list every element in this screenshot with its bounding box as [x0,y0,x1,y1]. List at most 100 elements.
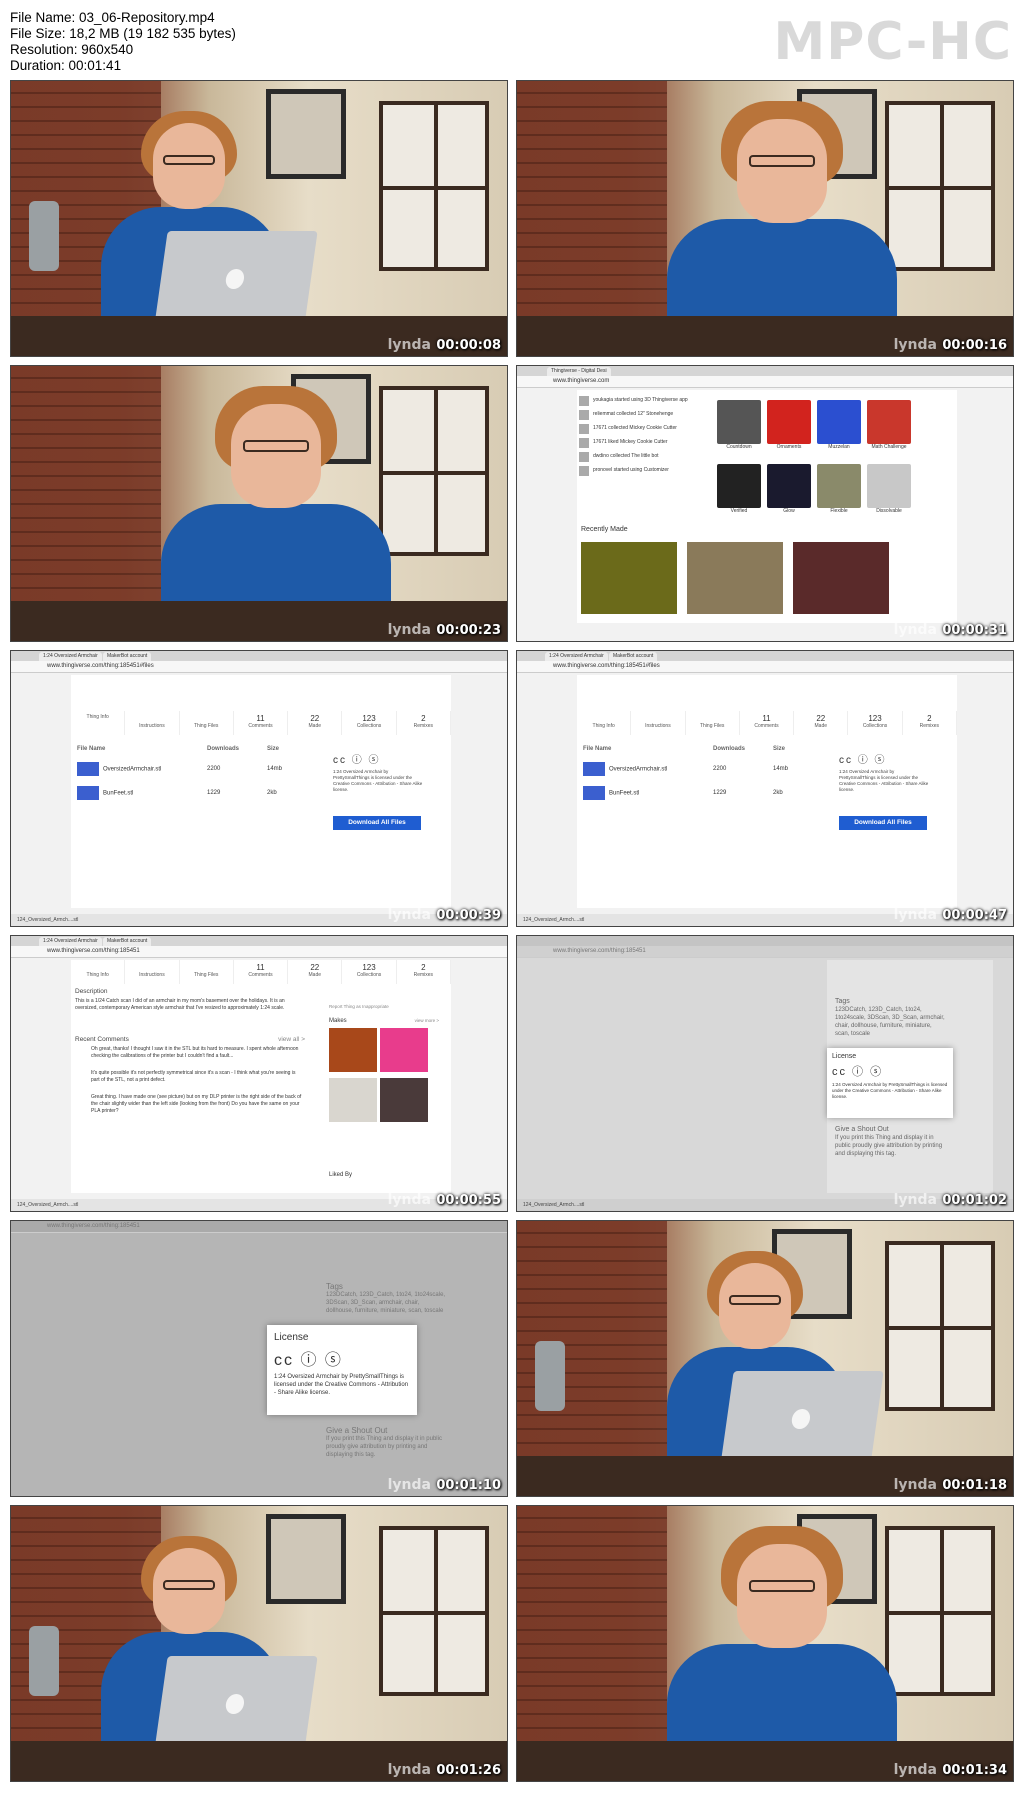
tags-section: Tags 123DCatch, 123D_Catch, 1to24, 1to24s… [326,1282,446,1315]
address-bar[interactable]: www.thingiverse.com/thing:185451#files [47,663,154,669]
timestamp: 00:01:26 [436,1763,501,1778]
tags-section: Tags 123DCatch, 123D_Catch, 1to24, 1to24s… [835,998,945,1037]
address-bar[interactable]: www.thingiverse.com/thing:185451 [47,948,140,954]
file-table: File Name Downloads Size OversizedArmchair… [583,746,833,846]
tab-collections[interactable]: 123 Collections [342,711,397,735]
tab-collections[interactable]: 123 Collections [848,711,903,735]
browser-tab[interactable]: 1:24 Oversized Armchair [39,652,102,661]
browser-tab[interactable]: Thingiverse - Digital Desi [547,367,611,376]
tab-thing-files[interactable]: Thing Files [686,711,740,735]
cc-license-icon: cc ⓘ ⓢ [839,755,887,766]
browser-tab[interactable]: MakerBot account [103,937,152,946]
tab-thing-info[interactable]: Thing Info [577,711,632,735]
tab-comments[interactable]: 11 Comments [234,711,289,735]
recent-comments: Recent Comments view all > Oh great, tha… [75,1036,305,1114]
make-thumbnail[interactable] [329,1028,377,1072]
tab-remixes[interactable]: 2 Remixes [903,711,957,735]
address-bar[interactable]: www.thingiverse.com/thing:185451#files [553,663,660,669]
license-text: 1:24 Oversized Armchair by PrettySmallTh… [333,769,423,792]
file-table: File Name Downloads Size OversizedArmchair… [77,746,327,846]
thumbnail-frame[interactable]: 1:24 Oversized Armchair MakerBot account… [10,935,508,1212]
make-thumbnail[interactable] [380,1028,428,1072]
laptop [154,231,318,326]
lynda-watermark: lynda [893,337,937,353]
tab-remixes[interactable]: 2 Remixes [397,960,451,984]
tab-collections[interactable]: 123 Collections [342,960,397,984]
thumbnail-frame[interactable]: lynda 00:01:18 [516,1220,1014,1497]
download-all-button[interactable]: Download All Files [839,816,927,830]
table-row[interactable]: OversizedArmchair.stl 2200 14mb [77,762,327,776]
file-name: File Name: 03_06-Repository.mp4 [10,10,215,25]
table-row[interactable]: OversizedArmchair.stl 2200 14mb [583,762,833,776]
shout-out-section: Give a Shout Out If you print this Thing … [326,1426,442,1459]
thumbnail-frame[interactable]: lynda 00:00:08 [10,80,508,357]
tab-thing-info[interactable]: Thing Info [71,960,126,984]
view-more-link[interactable]: view more > [415,1018,439,1023]
browser-tab[interactable]: 1:24 Oversized Armchair [545,652,608,661]
view-all-link[interactable]: view all > [278,1036,305,1043]
thumbnail-frame[interactable]: lynda 00:01:26 [10,1505,508,1782]
download-all-button[interactable]: Download All Files [333,816,421,830]
made-thumbnail[interactable] [687,542,783,614]
tab-comments[interactable]: 11 Comments [740,711,795,735]
thumbnail-frame[interactable]: 1:24 Oversized Armchair MakerBot account… [516,650,1014,927]
lynda-watermark: lynda [893,1762,937,1778]
lynda-watermark: lynda [387,1192,431,1208]
tab-made[interactable]: 22 Made [288,960,343,984]
recently-made-heading: Recently Made [581,526,628,533]
tab-instructions[interactable]: Instructions [125,960,180,984]
lynda-watermark: lynda [893,1192,937,1208]
status-bar: 124_Oversized_Armch....stl [11,914,507,926]
makes-section: Makes view more > [329,1018,439,1124]
tab-made[interactable]: 22 Made [794,711,849,735]
thumbnail-frame[interactable]: lynda 00:00:16 [516,80,1014,357]
timestamp: 00:01:18 [942,1478,1007,1493]
make-thumbnail[interactable] [329,1078,377,1122]
lynda-watermark: lynda [387,907,431,923]
tab-thing-files[interactable]: Thing Files [180,960,234,984]
make-thumbnail[interactable] [380,1078,428,1122]
list-item: Oh great, thanks! I thought I saw it in … [91,1046,299,1059]
address-bar[interactable]: www.thingiverse.com/thing:185451 [47,1223,140,1229]
tab-thing-files[interactable]: Thing Files [180,711,234,735]
tab-thing-info[interactable]: Thing Info [71,711,126,735]
status-bar: 124_Oversized_Armch....stl [517,914,1013,926]
table-row[interactable]: BunFeet.stl 1229 2kb [583,786,833,800]
cc-license-icon: cc ⓘ ⓢ [333,755,381,766]
table-row[interactable]: BunFeet.stl 1229 2kb [77,786,327,800]
thing-tabs: Thing Info Instructions Thing Files 11 Co… [71,960,451,984]
thumbnail-frame[interactable]: www.thingiverse.com/thing:185451 Tags 123… [516,935,1014,1212]
thing-tabs: Thing Info Instructions Thing Files 11 Co… [577,711,957,735]
lynda-watermark: lynda [387,1477,431,1493]
timestamp: 00:00:31 [942,623,1007,638]
status-bar: 124_Oversized_Armch....stl [517,1199,1013,1211]
featured-collections: Countdown Ornaments Muzzelan Math Challe… [717,400,911,450]
thumbnail-frame[interactable]: lynda 00:01:34 [516,1505,1014,1782]
tab-remixes[interactable]: 2 Remixes [397,711,451,735]
license-text: 1:24 Oversized Armchair by PrettySmallTh… [839,769,929,792]
thumbnail-frame[interactable]: Thingiverse - Digital Desi www.thingiver… [516,365,1014,642]
lynda-watermark: lynda [387,622,431,638]
report-link[interactable]: Report Thing as Inappropriate [329,1004,389,1009]
tab-instructions[interactable]: Instructions [631,711,686,735]
browser-tab[interactable]: 1:24 Oversized Armchair [39,937,102,946]
thumbnail-frame[interactable]: 1:24 Oversized Armchair MakerBot account… [10,650,508,927]
browser-tab[interactable]: MakerBot account [609,652,658,661]
browser-tab[interactable]: MakerBot account [103,652,152,661]
tab-comments[interactable]: 11 Comments [234,960,289,984]
timestamp: 00:00:55 [436,1193,501,1208]
made-thumbnail[interactable] [581,542,677,614]
timestamp: 00:00:08 [436,338,501,353]
thumbnail-frame[interactable]: www.thingiverse.com/thing:185451 Tags 123… [10,1220,508,1497]
made-thumbnail[interactable] [793,542,889,614]
thumbnail-frame[interactable]: lynda 00:00:23 [10,365,508,642]
cc-license-icon: cc ⓘ ⓢ [832,1066,884,1078]
lynda-watermark: lynda [387,1762,431,1778]
tab-made[interactable]: 22 Made [288,711,343,735]
thumbnail-grid: lynda 00:00:08 lynda 00:00:16 lynda 00:0… [10,80,1014,1782]
address-bar[interactable]: www.thingiverse.com/thing:185451 [553,948,646,954]
resolution: Resolution: 960x540 [10,42,134,57]
address-bar[interactable]: www.thingiverse.com [553,378,609,384]
lynda-watermark: lynda [893,1477,937,1493]
tab-instructions[interactable]: Instructions [125,711,180,735]
